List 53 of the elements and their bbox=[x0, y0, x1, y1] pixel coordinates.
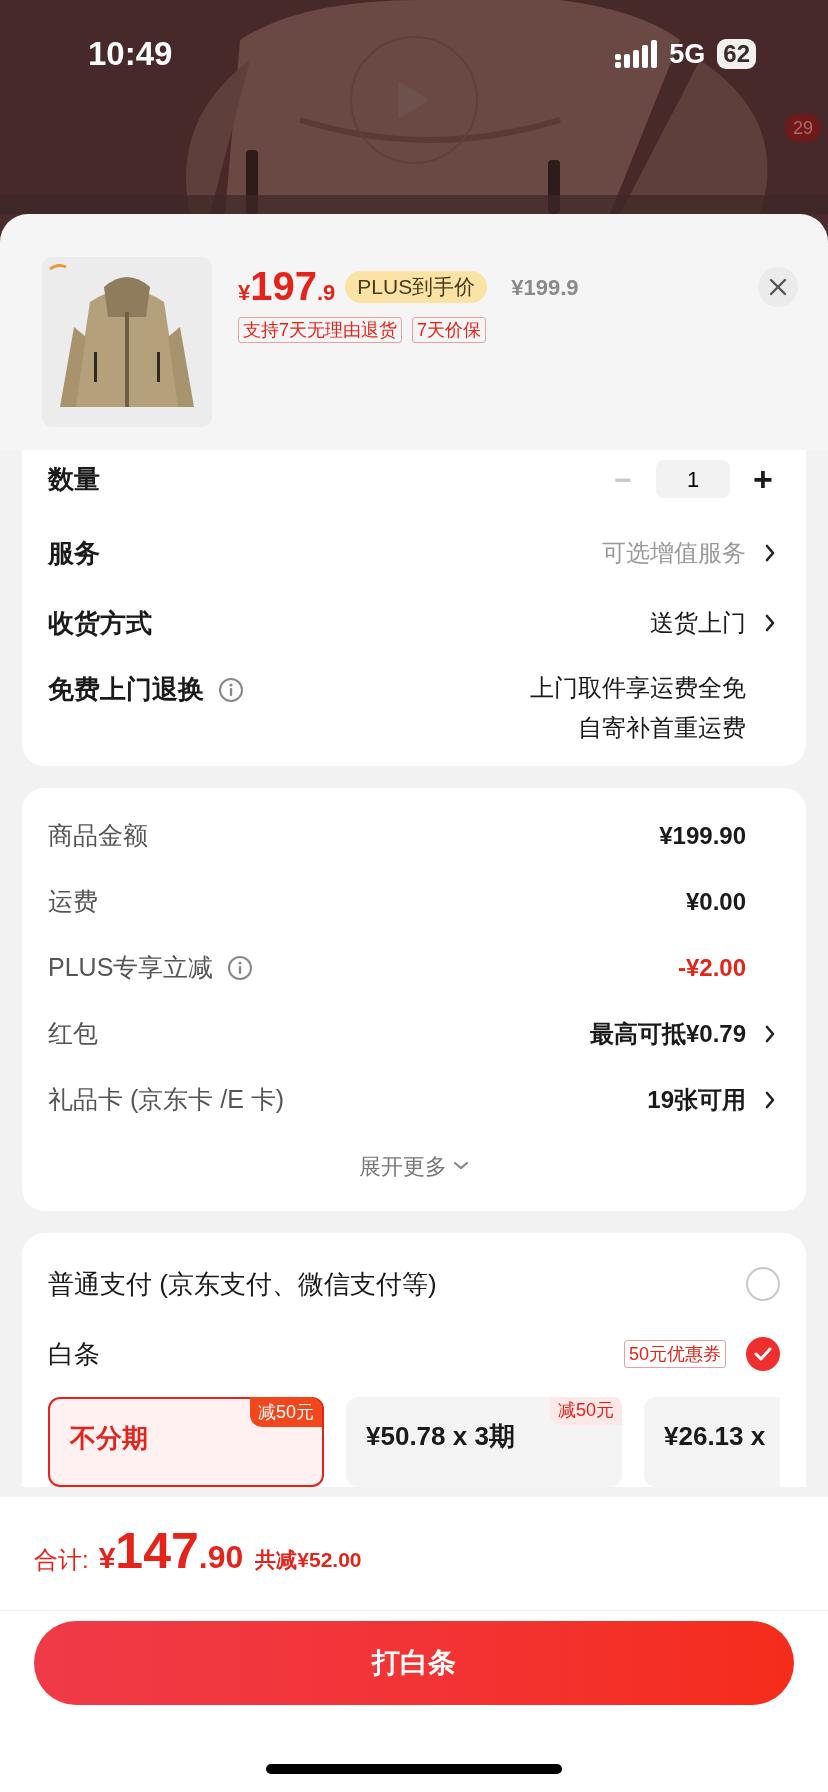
option-note: 上门取件享运费全免 bbox=[530, 673, 746, 703]
cost-value[interactable]: 最高可抵¥0.79 bbox=[589, 1016, 746, 1052]
total-label: 合计: bbox=[34, 1544, 89, 1575]
info-icon[interactable] bbox=[227, 955, 254, 981]
chevron-down-icon bbox=[453, 1161, 469, 1171]
close-icon bbox=[769, 278, 787, 296]
option-label: 免费上门退换 bbox=[48, 673, 204, 706]
total-price: ¥147.90 bbox=[98, 1526, 244, 1581]
option-label: 服务 bbox=[48, 536, 100, 570]
total-savings: 共减¥52.00 bbox=[255, 1546, 362, 1573]
radio-button[interactable] bbox=[746, 1337, 780, 1371]
discount-badge: 减50元 bbox=[549, 1397, 622, 1425]
check-icon bbox=[754, 1347, 772, 1361]
plus-price-badge: PLUS到手价 bbox=[345, 271, 488, 303]
chevron-right-icon bbox=[764, 613, 776, 633]
product-price: ¥197.9 bbox=[238, 265, 336, 309]
cost-label: 商品金额 bbox=[48, 820, 148, 852]
status-time: 10:49 bbox=[88, 34, 173, 75]
cost-label: PLUS专享立减 bbox=[48, 952, 214, 984]
cost-value: -¥2.00 bbox=[677, 953, 746, 983]
installment-option[interactable]: ¥26.13 x bbox=[644, 1397, 780, 1487]
close-button[interactable] bbox=[758, 267, 798, 307]
installment-option[interactable]: ¥50.78 x 3期 减50元 bbox=[346, 1397, 622, 1487]
chevron-right-icon bbox=[764, 1090, 776, 1110]
cost-label: 运费 bbox=[48, 886, 98, 918]
payment-method-label: 白条 bbox=[48, 1337, 100, 1371]
cost-label: 礼品卡 (京东卡 /E 卡) bbox=[48, 1084, 285, 1116]
pay-button[interactable]: 打白条 bbox=[34, 1621, 794, 1705]
plus-button[interactable]: + bbox=[746, 453, 780, 505]
info-icon[interactable] bbox=[218, 676, 244, 703]
coupon-tag: 50元优惠券 bbox=[623, 1340, 726, 1368]
option-value[interactable]: 送货上门 bbox=[650, 605, 746, 641]
installment-option[interactable]: 不分期 减50元 bbox=[48, 1397, 324, 1487]
service-tag: 支持7天无理由退货 bbox=[238, 317, 402, 343]
battery-indicator: 62 bbox=[717, 39, 756, 69]
cost-value: ¥199.90 bbox=[659, 821, 746, 851]
cost-label: 红包 bbox=[48, 1018, 98, 1050]
network-label: 5G bbox=[669, 37, 706, 71]
quantity-field[interactable]: 1 bbox=[656, 460, 730, 498]
signal-icon bbox=[615, 40, 658, 68]
payment-method-label: 普通支付 (京东支付、微信支付等) bbox=[48, 1267, 437, 1301]
option-label: 收货方式 bbox=[48, 606, 152, 640]
cost-value: ¥0.00 bbox=[685, 887, 746, 917]
chevron-right-icon bbox=[764, 543, 776, 563]
cost-value[interactable]: 19张可用 bbox=[647, 1082, 746, 1118]
service-tag: 7天价保 bbox=[412, 317, 487, 343]
chevron-right-icon bbox=[764, 1024, 776, 1044]
radio-button[interactable] bbox=[746, 1267, 780, 1301]
option-label: 数量 bbox=[48, 462, 100, 496]
expand-more-link[interactable]: 展开更多 bbox=[359, 1133, 469, 1199]
option-note: 自寄补首重运费 bbox=[578, 713, 746, 743]
discount-badge: 减50元 bbox=[249, 1397, 322, 1427]
original-price: ¥199.9 bbox=[511, 273, 579, 302]
